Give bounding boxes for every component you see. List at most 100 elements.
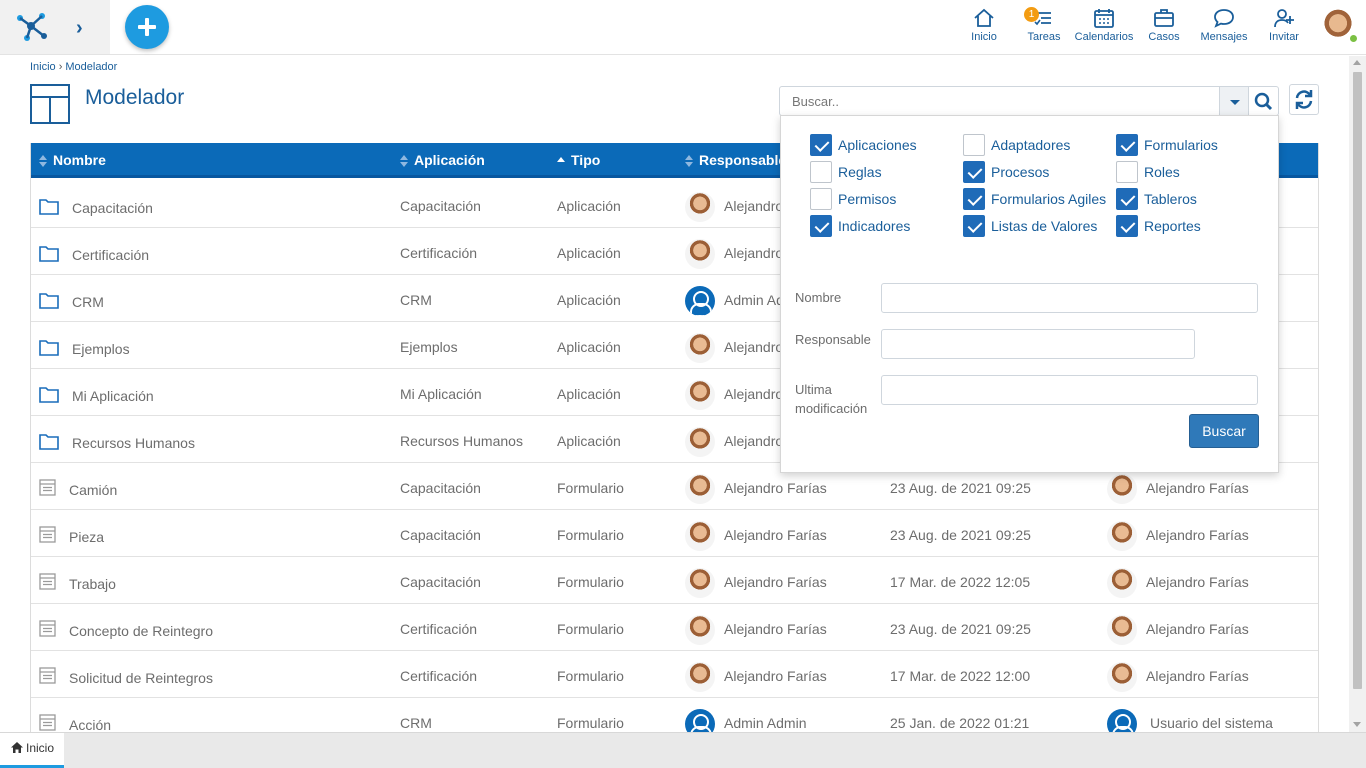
table-row[interactable]: Acción CRM Formulario Admin Admin 25 Jan. de…: [31, 698, 1318, 733]
row-aplicacion: Capacitación: [400, 527, 481, 543]
page-scrollbar[interactable]: [1349, 56, 1366, 732]
checkbox-icon[interactable]: [1116, 134, 1138, 156]
expand-chevron-icon[interactable]: ›: [76, 17, 92, 39]
modificado-avatar: [1107, 709, 1137, 733]
filter-checkbox-label: Roles: [1144, 164, 1180, 180]
row-nombre[interactable]: Mi Aplicación: [72, 388, 154, 404]
scrollbar-thumb[interactable]: [1353, 72, 1362, 689]
filter-checkbox[interactable]: Adaptadores: [963, 134, 1070, 156]
folder-icon: [39, 385, 59, 408]
checkbox-icon[interactable]: [963, 188, 985, 210]
row-nombre[interactable]: Trabajo: [69, 576, 116, 592]
checkbox-icon[interactable]: [810, 188, 832, 210]
filter-checkbox-label: Tableros: [1144, 191, 1197, 207]
table-row[interactable]: Pieza Capacitación Formulario Alejandro Far…: [31, 510, 1318, 557]
row-tipo: Aplicación: [557, 386, 621, 402]
sort-icon: [39, 155, 47, 168]
search-input[interactable]: [779, 86, 1220, 116]
row-fecha: 17 Mar. de 2022 12:05: [890, 574, 1031, 590]
responsable-avatar: [685, 380, 715, 410]
row-aplicacion: Certificación: [400, 621, 478, 637]
table-row[interactable]: Concepto de Reintegro Certificación Formul…: [31, 604, 1318, 651]
row-nombre[interactable]: Ejemplos: [72, 341, 130, 357]
nav-mensajes[interactable]: Mensajes: [1196, 8, 1252, 48]
filter-checkbox[interactable]: Reportes: [1116, 215, 1201, 237]
filter-checkbox[interactable]: Formularios: [1116, 134, 1218, 156]
row-tipo: Formulario: [557, 621, 624, 637]
checkbox-icon[interactable]: [810, 161, 832, 183]
row-tipo: Formulario: [557, 480, 624, 496]
row-nombre[interactable]: Pieza: [69, 529, 104, 545]
row-responsable: Admin Admin: [724, 715, 807, 731]
row-nombre[interactable]: Concepto de Reintegro: [69, 623, 213, 639]
table-row[interactable]: Trabajo Capacitación Formulario Alejandro F…: [31, 557, 1318, 604]
col-responsable-header[interactable]: Responsable: [685, 152, 786, 168]
filter-checkbox[interactable]: Aplicaciones: [810, 134, 917, 156]
search-button[interactable]: [1248, 86, 1279, 116]
col-nombre-header[interactable]: Nombre: [39, 152, 106, 168]
filter-checkbox[interactable]: Formularios Agiles: [963, 188, 1106, 210]
row-aplicacion: Certificación: [400, 245, 478, 261]
checkbox-icon[interactable]: [963, 161, 985, 183]
search-filter-toggle-button[interactable]: [1219, 86, 1249, 116]
scroll-up-icon[interactable]: [1353, 60, 1361, 65]
row-responsable: Alejandro Farías: [724, 574, 827, 590]
breadcrumb-home-link[interactable]: Inicio: [30, 61, 56, 73]
checkbox-icon[interactable]: [1116, 215, 1138, 237]
row-nombre[interactable]: Capacitación: [72, 200, 153, 216]
checkbox-icon[interactable]: [1116, 161, 1138, 183]
add-button[interactable]: [125, 5, 169, 49]
filter-checkbox-label: Aplicaciones: [838, 137, 917, 153]
nav-inicio[interactable]: Inicio: [964, 8, 1004, 48]
responsable-field[interactable]: [881, 329, 1195, 359]
filter-checkbox[interactable]: Permisos: [810, 188, 896, 210]
nav-casos[interactable]: Casos: [1144, 8, 1184, 48]
row-nombre[interactable]: Acción: [69, 717, 111, 733]
bottom-tab-bar: Inicio: [0, 732, 1366, 768]
modificado-avatar: [1107, 521, 1137, 551]
filter-checkbox[interactable]: Listas de Valores: [963, 215, 1097, 237]
row-nombre[interactable]: Camión: [69, 482, 117, 498]
checkbox-icon[interactable]: [963, 134, 985, 156]
modeler-layout-icon: [30, 84, 70, 124]
filter-checkbox[interactable]: Reglas: [810, 161, 882, 183]
filter-checkbox[interactable]: Tableros: [1116, 188, 1197, 210]
checkbox-icon[interactable]: [1116, 188, 1138, 210]
filter-checkbox[interactable]: Indicadores: [810, 215, 910, 237]
ultima-modificacion-field-label: Ultima modificación: [795, 382, 868, 416]
checkbox-icon[interactable]: [810, 134, 832, 156]
nav-tareas[interactable]: Tareas 1: [1024, 7, 1064, 48]
scroll-down-icon[interactable]: [1353, 722, 1361, 727]
nombre-field[interactable]: [881, 283, 1258, 313]
row-nombre[interactable]: Solicitud de Reintegros: [69, 670, 213, 686]
col-nombre-label: Nombre: [53, 152, 106, 168]
row-nombre[interactable]: CRM: [72, 294, 104, 310]
filter-checkbox-label: Formularios: [1144, 137, 1218, 153]
table-row[interactable]: Solicitud de Reintegros Certificación Form…: [31, 651, 1318, 698]
nav-calendarios[interactable]: Calendarios: [1074, 8, 1134, 48]
filter-checkbox[interactable]: Procesos: [963, 161, 1049, 183]
row-fecha: 17 Mar. de 2022 12:00: [890, 668, 1031, 684]
row-tipo: Formulario: [557, 668, 624, 684]
folder-icon: [39, 432, 59, 455]
logo-area[interactable]: ›: [0, 0, 110, 54]
col-tipo-header[interactable]: Tipo: [557, 152, 600, 168]
tab-inicio[interactable]: Inicio: [0, 733, 64, 768]
responsable-avatar: [685, 239, 715, 269]
refresh-button[interactable]: [1289, 84, 1319, 115]
buscar-button[interactable]: Buscar: [1189, 414, 1259, 448]
checkbox-icon[interactable]: [810, 215, 832, 237]
modificado-avatar: [1107, 568, 1137, 598]
calendar-icon: [1094, 9, 1114, 28]
ultima-modificacion-field[interactable]: [881, 375, 1258, 405]
row-tipo: Formulario: [557, 527, 624, 543]
row-nombre[interactable]: Certificación: [72, 247, 149, 263]
checkbox-icon[interactable]: [963, 215, 985, 237]
filter-checkbox-label: Procesos: [991, 164, 1050, 180]
add-user-icon: [1274, 9, 1294, 28]
row-nombre[interactable]: Recursos Humanos: [72, 435, 195, 451]
nav-invitar-label: Invitar: [1269, 31, 1299, 43]
filter-checkbox[interactable]: Roles: [1116, 161, 1180, 183]
col-aplicacion-header[interactable]: Aplicación: [400, 152, 485, 168]
nav-invitar[interactable]: Invitar: [1264, 8, 1304, 48]
